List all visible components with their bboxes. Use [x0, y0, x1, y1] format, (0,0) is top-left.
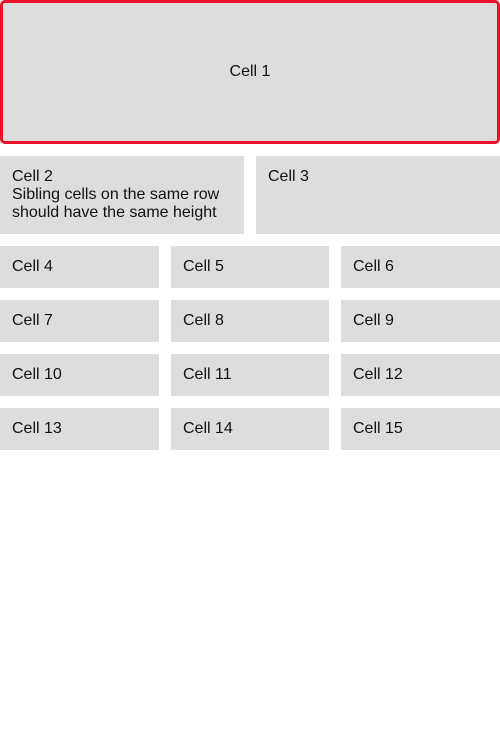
- grid-cell-10[interactable]: Cell 10: [0, 354, 159, 396]
- grid-cell-12[interactable]: Cell 12: [341, 354, 500, 396]
- grid-cell-6[interactable]: Cell 6: [341, 246, 500, 288]
- grid-cell-15[interactable]: Cell 15: [341, 408, 500, 450]
- grid-cell-7[interactable]: Cell 7: [0, 300, 159, 342]
- grid-cell-14[interactable]: Cell 14: [171, 408, 329, 450]
- grid-cell-9[interactable]: Cell 9: [341, 300, 500, 342]
- grid-cell-2[interactable]: Cell 2 Sibling cells on the same row sho…: [0, 156, 244, 234]
- cell-label: Cell 13: [12, 420, 62, 437]
- cell-label: Cell 9: [353, 312, 394, 329]
- cell-label: Cell 4: [12, 258, 53, 275]
- cell-label: Cell 12: [353, 366, 403, 383]
- grid-cell-13[interactable]: Cell 13: [0, 408, 159, 450]
- cell-label: Cell 15: [353, 420, 403, 437]
- cell-label: Cell 2: [12, 168, 53, 185]
- cell-label: Cell 10: [12, 366, 62, 383]
- cell-label: Cell 1: [229, 63, 271, 80]
- cell-description-line: Sibling cells on the same row: [12, 186, 220, 203]
- cell-description-line: should have the same height: [12, 204, 217, 221]
- cell-label: Cell 11: [183, 366, 232, 383]
- grid-cell-4[interactable]: Cell 4: [0, 246, 159, 288]
- grid-cell-3[interactable]: Cell 3: [256, 156, 500, 234]
- grid-cell-5[interactable]: Cell 5: [171, 246, 329, 288]
- cell-label: Cell 8: [183, 312, 224, 329]
- cell-label: Cell 14: [183, 420, 233, 437]
- grid-cell-11[interactable]: Cell 11: [171, 354, 329, 396]
- grid-cell-8[interactable]: Cell 8: [171, 300, 329, 342]
- cell-label: Cell 6: [353, 258, 394, 275]
- cell-label: Cell 5: [183, 258, 224, 275]
- cell-label: Cell 7: [12, 312, 53, 329]
- cell-label: Cell 3: [268, 168, 309, 185]
- cell-grid: Cell 1 Cell 2 Sibling cells on the same …: [0, 0, 500, 735]
- grid-cell-1-selected[interactable]: Cell 1: [0, 0, 500, 144]
